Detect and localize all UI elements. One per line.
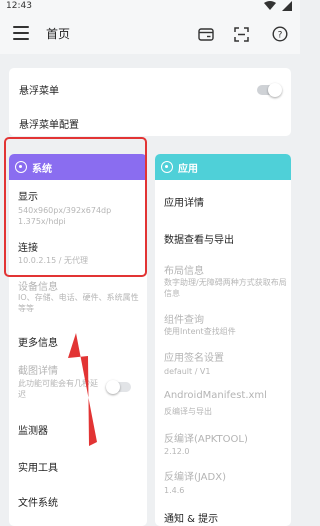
annotation-arrow xyxy=(68,333,97,446)
